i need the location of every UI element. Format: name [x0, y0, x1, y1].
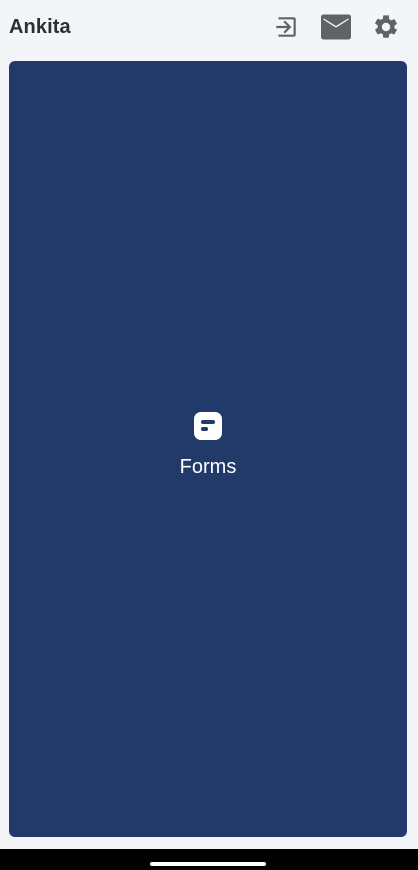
forms-icon: [194, 412, 222, 440]
app-screen: Ankita Forms: [0, 0, 418, 870]
forms-tile-content: Forms: [9, 412, 407, 479]
mail-button[interactable]: [321, 12, 351, 42]
settings-button[interactable]: [371, 12, 401, 42]
logout-button[interactable]: [271, 12, 301, 42]
logout-icon: [276, 17, 296, 37]
top-app-bar: Ankita: [0, 0, 418, 58]
gear-icon: [375, 15, 397, 38]
forms-tile[interactable]: Forms: [9, 61, 407, 837]
home-indicator[interactable]: [150, 862, 266, 866]
system-navigation-bar: [0, 849, 418, 870]
mail-icon: [321, 14, 351, 40]
user-name: Ankita: [9, 16, 71, 38]
forms-tile-label: Forms: [179, 456, 237, 478]
